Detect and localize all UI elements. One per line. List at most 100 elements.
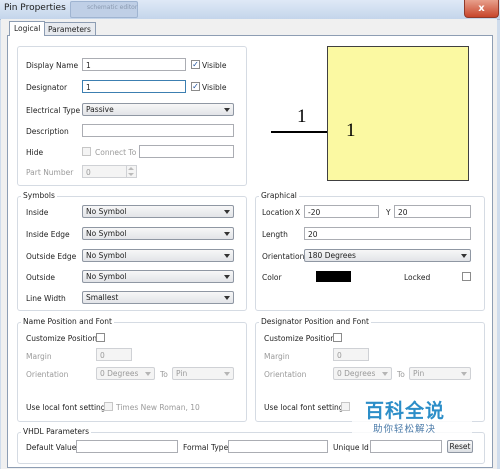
designator-visible-label: Visible [202,83,227,92]
chevron-down-icon [224,275,230,279]
symbol-outside-select[interactable]: No Symbol [82,270,234,283]
reset-button[interactable]: Reset [447,440,473,453]
designator-orientation-select[interactable]: 0 Degrees [333,367,392,380]
chevron-down-icon [224,254,230,258]
designator-label: Designator [26,83,68,92]
symbol-outside-label: Outside [26,273,55,282]
part-number-label: Part Number [26,168,74,177]
symbol-inside-value: No Symbol [86,207,127,216]
color-label: Color [262,273,282,282]
display-name-input[interactable]: 1 [82,58,186,71]
orientation-select[interactable]: 180 Degrees [304,249,471,262]
length-input[interactable]: 20 [304,227,471,240]
pin-designator-preview: 1 [346,120,356,141]
name-to-select[interactable]: Pin [172,367,234,380]
chevron-down-icon [382,372,388,376]
location-y-label: Y [386,208,391,217]
chevron-down-icon [145,372,151,376]
description-label: Description [26,127,69,136]
symbol-outside-value: No Symbol [86,272,127,281]
name-customize-checkbox[interactable] [96,333,105,342]
line-width-select[interactable]: Smallest [82,291,234,304]
locked-label: Locked [404,273,431,282]
default-value-input[interactable] [76,440,178,453]
designator-margin-input[interactable]: 0 [333,348,369,361]
designator-orientation-value: 0 Degrees [337,369,376,378]
tab-logical[interactable]: Logical [9,21,46,36]
name-font-checkbox[interactable] [104,402,113,411]
display-name-visible-label: Visible [202,61,227,70]
close-icon: x [478,3,485,14]
pin-preview-body [327,46,469,181]
designator-visible-checkbox[interactable]: ✓ [191,82,200,91]
designator-to-label: To [397,370,405,379]
name-margin-label: Margin [26,352,52,361]
hide-checkbox[interactable] [82,147,91,156]
name-orientation-select[interactable]: 0 Degrees [96,367,155,380]
spin-up-icon [128,167,134,170]
line-width-value: Smallest [86,293,119,302]
part-number-spinner[interactable] [126,165,135,178]
chevron-down-icon [224,232,230,236]
unique-id-input[interactable] [370,440,442,453]
description-input[interactable] [82,124,234,137]
pin-name-preview: 1 [297,106,307,127]
orientation-value: 180 Degrees [308,251,356,260]
name-customize-label: Customize Position [26,334,97,343]
location-x-input[interactable]: -20 [304,205,379,218]
tab-parameters[interactable]: Parameters [43,22,96,36]
symbol-inside-select[interactable]: No Symbol [82,205,234,218]
default-value-label: Default Value [26,443,77,452]
symbol-inside-label: Inside [26,208,49,217]
location-y-input[interactable]: 20 [394,205,471,218]
symbol-outside-edge-value: No Symbol [86,251,127,260]
name-to-value: Pin [176,369,188,378]
spin-down-icon [128,173,134,176]
electrical-type-select[interactable]: Passive [82,103,234,116]
vhdl-group-title: VHDL Parameters [21,427,92,436]
name-to-label: To [160,370,168,379]
line-width-label: Line Width [26,294,66,303]
chevron-down-icon [461,372,467,376]
connect-to-input[interactable] [139,145,234,158]
symbol-outside-edge-select[interactable]: No Symbol [82,249,234,262]
close-button[interactable]: x [464,0,499,18]
name-position-group-title: Name Position and Font [21,317,114,326]
chevron-down-icon [224,296,230,300]
watermark-title: 百科全说 [365,400,446,422]
color-swatch[interactable] [316,271,351,282]
location-label: Location [262,208,294,217]
orientation-label: Orientation [262,252,305,261]
chevron-down-icon [224,210,230,214]
symbols-group-title: Symbols [21,191,57,200]
name-orientation-label: Orientation [26,370,69,379]
designator-font-checkbox[interactable] [341,402,350,411]
pin-line [271,131,327,133]
name-font-value[interactable]: Times New Roman, 10 [116,403,200,412]
designator-to-select[interactable]: Pin [409,367,471,380]
graphical-group-title: Graphical [259,191,299,200]
name-orientation-value: 0 Degrees [100,369,139,378]
display-name-visible-checkbox[interactable]: ✓ [191,60,200,69]
chevron-down-icon [461,254,467,258]
designator-to-value: Pin [413,369,425,378]
designator-font-label: Use local font setting [264,403,344,412]
display-name-label: Display Name [26,61,79,70]
designator-margin-label: Margin [264,352,290,361]
designator-customize-label: Customize Position [264,334,335,343]
formal-type-input[interactable] [228,440,328,453]
chevron-down-icon [224,108,230,112]
location-x-label: X [295,208,301,217]
hide-label: Hide [26,148,44,157]
designator-input[interactable]: 1 [82,80,186,93]
background-window-label: schematic editor [87,4,138,11]
symbol-outside-edge-label: Outside Edge [26,252,77,261]
name-margin-input[interactable]: 0 [96,348,132,361]
designator-customize-checkbox[interactable] [333,333,342,342]
electrical-type-value: Passive [86,105,114,114]
window-title: Pin Properties [4,3,66,13]
watermark-subtitle: 助你轻松解决 [373,424,437,435]
locked-checkbox[interactable] [462,272,471,281]
unique-id-label: Unique Id [333,443,369,452]
symbol-inside-edge-select[interactable]: No Symbol [82,227,234,240]
